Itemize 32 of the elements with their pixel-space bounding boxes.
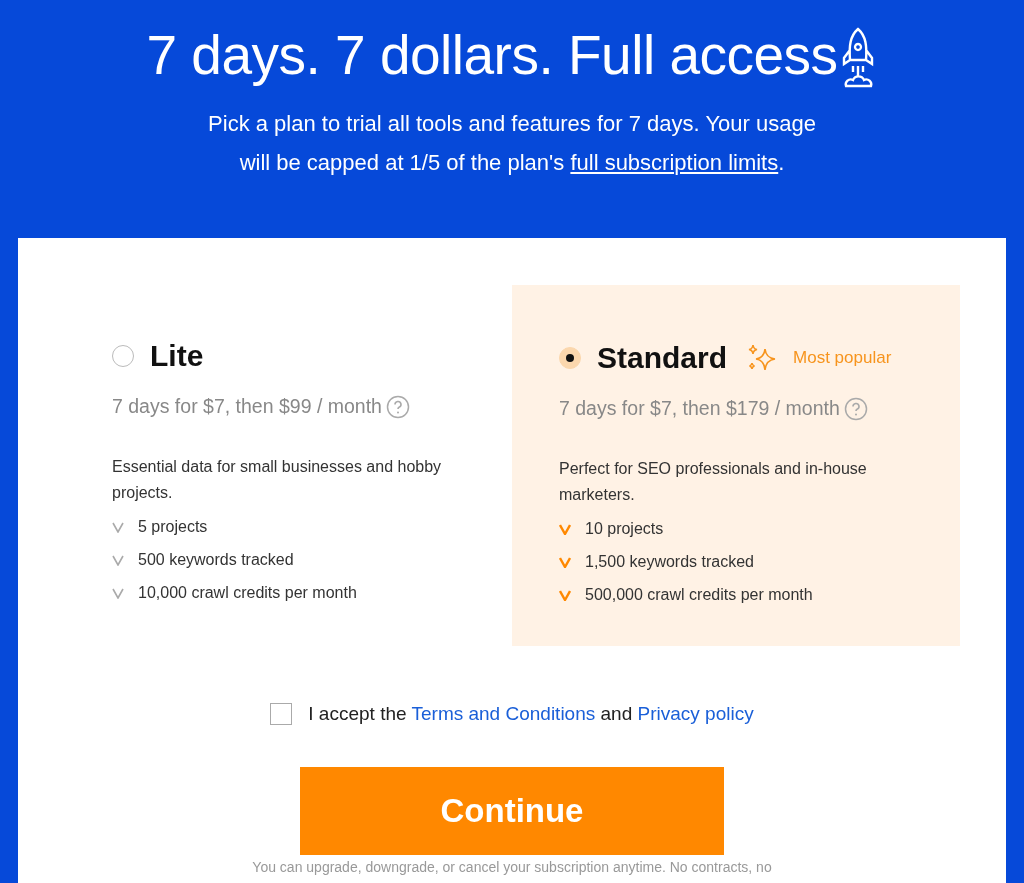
help-icon[interactable] bbox=[843, 396, 868, 421]
plan-name: Standard bbox=[597, 340, 728, 376]
feature-text: 500,000 crawl credits per month bbox=[585, 585, 813, 606]
sparkle-icon bbox=[747, 342, 778, 373]
check-icon bbox=[112, 521, 124, 534]
plan-description: Essential data for small businesses and hobby projects. bbox=[112, 457, 443, 504]
check-icon bbox=[559, 556, 571, 569]
terms-text: I accept the Terms and Conditions and Privacy policy bbox=[308, 702, 754, 726]
feature-text: 10,000 crawl credits per month bbox=[138, 583, 357, 604]
plan-price: 7 days for $7, then $179 / month bbox=[559, 396, 840, 421]
feature-text: 5 projects bbox=[138, 517, 208, 538]
plan-price: 7 days for $7, then $99 / month bbox=[112, 394, 382, 419]
plan-radio[interactable] bbox=[559, 346, 581, 369]
subscription-limits-link[interactable]: full subscription limits bbox=[570, 150, 779, 175]
subtitle: Pick a plan to trial all tools and features for 7 days. Your usage will be capped at 1/5 of the plan's full subscription limits. bbox=[207, 110, 817, 177]
feature-text: 1,500 keywords tracked bbox=[585, 552, 754, 573]
plan-name: Lite bbox=[150, 338, 204, 374]
popular-label: Most popular bbox=[793, 346, 892, 369]
page-title: 7 days. 7 dollars. Full access bbox=[146, 23, 838, 88]
footnote: You can upgrade, downgrade, or cancel your subscription anytime. No contracts, no bbox=[251, 858, 773, 875]
feature-text: 500 keywords tracked bbox=[138, 550, 294, 571]
check-icon bbox=[559, 523, 571, 536]
accept-checkbox[interactable] bbox=[270, 703, 293, 726]
terms-link[interactable]: Privacy policy bbox=[637, 703, 754, 724]
check-icon bbox=[559, 589, 571, 602]
feature-text: 10 projects bbox=[585, 519, 664, 540]
help-icon[interactable] bbox=[385, 394, 410, 419]
plan-description: Perfect for SEO professionals and in-house marketers. bbox=[559, 459, 868, 506]
check-icon bbox=[112, 554, 124, 567]
check-icon bbox=[112, 587, 124, 600]
terms-link[interactable]: Terms and Conditions bbox=[411, 703, 596, 724]
plan-radio[interactable] bbox=[112, 344, 134, 367]
